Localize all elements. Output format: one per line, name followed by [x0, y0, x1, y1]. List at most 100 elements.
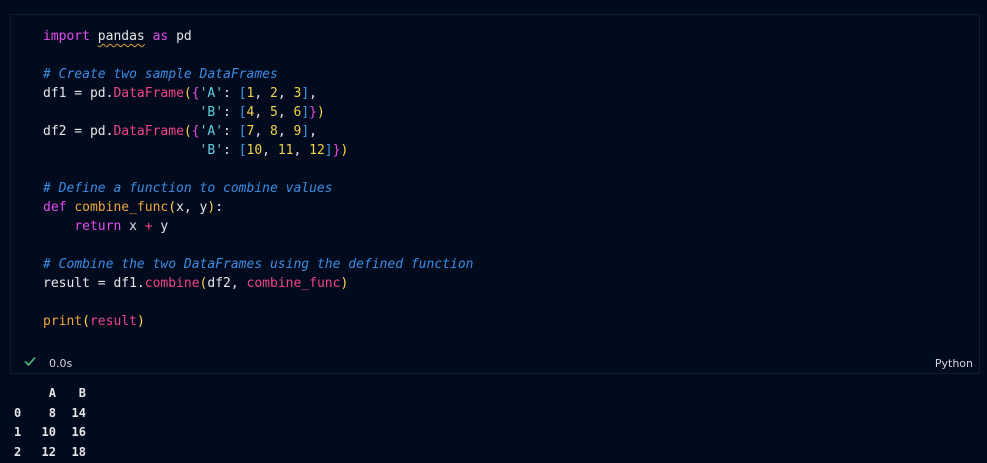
output-row: 2 12 18 — [0, 443, 100, 463]
output-header-b: B — [78, 386, 86, 400]
code-token: df2 = pd. — [43, 124, 114, 139]
output-cell-a: 8 — [48, 405, 56, 420]
code-line[interactable]: 'B': [10, 11, 12]}) — [43, 141, 473, 160]
code-editor[interactable]: import pandas as pd # Create two sample … — [43, 27, 473, 331]
cell-language-label[interactable]: Python — [935, 357, 973, 370]
code-token: pd — [168, 29, 192, 44]
code-token: , — [254, 124, 271, 139]
code-line[interactable]: result = df1.combine(df2, combine_func) — [43, 274, 473, 293]
code-token: combine — [144, 276, 200, 291]
code-token: : — [223, 143, 239, 158]
code-token: ( — [183, 86, 192, 101]
code-line[interactable]: 'B': [4, 5, 6]}) — [43, 103, 473, 122]
code-token: result = df1. — [43, 276, 145, 291]
code-token: DataFrame — [113, 124, 184, 139]
code-token: ] — [324, 143, 333, 158]
code-token: ) — [136, 314, 145, 329]
code-token: [ — [238, 105, 247, 120]
code-line[interactable]: df2 = pd.DataFrame({'A': [7, 8, 9], — [43, 122, 473, 141]
code-token: 'B' — [199, 143, 224, 158]
code-token: ( — [183, 124, 192, 139]
output-row: 1 10 16 — [0, 423, 100, 443]
execution-duration: 0.0s — [49, 357, 73, 370]
code-token: # Define a function to combine values — [43, 181, 333, 196]
code-line[interactable] — [43, 293, 473, 312]
code-token: , — [254, 86, 271, 101]
code-token: ) — [340, 143, 349, 158]
code-line[interactable]: def combine_func(x, y): — [43, 198, 473, 217]
code-cell[interactable]: import pandas as pd # Create two sample … — [10, 14, 980, 374]
cell-output: A B 0 8 14 1 10 16 2 12 18 — [0, 384, 100, 462]
output-row-index: 1 — [14, 425, 22, 439]
code-token: , — [309, 86, 317, 101]
code-token: [ — [238, 86, 247, 101]
code-token: y — [152, 219, 169, 234]
code-token: , — [254, 105, 270, 120]
code-token: , — [293, 143, 310, 158]
code-token: , — [277, 86, 294, 101]
code-line[interactable]: print(result) — [43, 312, 473, 331]
code-token: combine_func — [246, 276, 341, 291]
code-token: 'B' — [199, 105, 224, 120]
code-token: 8 — [270, 124, 278, 139]
code-token: result — [89, 314, 137, 329]
code-token: df2, — [207, 276, 247, 291]
code-token: def — [43, 200, 67, 215]
code-token: ) — [316, 105, 325, 120]
code-token: ) — [340, 276, 349, 291]
code-token: + — [144, 219, 153, 234]
code-token: return — [74, 219, 122, 234]
output-header-row: A B — [0, 384, 100, 404]
code-token: : — [223, 86, 239, 101]
code-token: 11 — [277, 143, 294, 158]
output-cell-a: 10 — [41, 425, 56, 439]
code-token: df1 = pd. — [43, 86, 114, 101]
output-cell-b: 14 — [71, 405, 86, 420]
output-cell-a: 12 — [41, 444, 56, 459]
code-line[interactable]: df1 = pd.DataFrame({'A': [1, 2, 3], — [43, 84, 473, 103]
code-token: 5 — [270, 105, 278, 120]
code-line[interactable]: # Create two sample DataFrames — [43, 65, 473, 84]
output-row: 0 8 14 — [0, 404, 100, 424]
code-token: , — [277, 105, 294, 120]
code-token: : — [215, 200, 224, 215]
code-token: as — [152, 29, 169, 44]
code-token: ( — [168, 200, 177, 215]
code-line[interactable] — [43, 236, 473, 255]
code-token: } — [309, 105, 317, 120]
code-token: , — [262, 143, 278, 158]
code-line[interactable]: import pandas as pd — [43, 27, 473, 46]
code-token: [ — [238, 143, 247, 158]
code-line[interactable]: # Combine the two DataFrames using the d… — [43, 255, 473, 274]
code-token: 'A' — [199, 124, 224, 139]
code-token: : — [223, 124, 239, 139]
code-token: ] — [301, 105, 310, 120]
check-icon — [24, 356, 36, 367]
output-header-a: A — [48, 386, 56, 400]
code-token: , — [277, 124, 294, 139]
code-line[interactable] — [43, 160, 473, 179]
output-cell-b: 16 — [71, 425, 86, 439]
code-token: import — [43, 29, 90, 44]
code-token: combine_func — [74, 200, 169, 215]
code-token: # Create two sample DataFrames — [43, 67, 278, 82]
output-cell-b: 18 — [71, 444, 86, 459]
code-token: print — [43, 314, 83, 329]
code-line[interactable]: return x + y — [43, 217, 473, 236]
code-token: 'A' — [199, 86, 224, 101]
code-token: ] — [301, 124, 310, 139]
code-line[interactable]: # Define a function to combine values — [43, 179, 473, 198]
code-token: { — [191, 124, 200, 139]
code-token: # Combine the two DataFrames using the d… — [43, 257, 474, 272]
code-token: 2 — [270, 86, 278, 101]
code-token: DataFrame — [113, 86, 184, 101]
code-line[interactable] — [43, 46, 473, 65]
code-token: ] — [301, 86, 310, 101]
output-row-index: 2 — [14, 444, 22, 459]
code-token: pandas — [97, 29, 145, 44]
code-token: { — [191, 86, 200, 101]
